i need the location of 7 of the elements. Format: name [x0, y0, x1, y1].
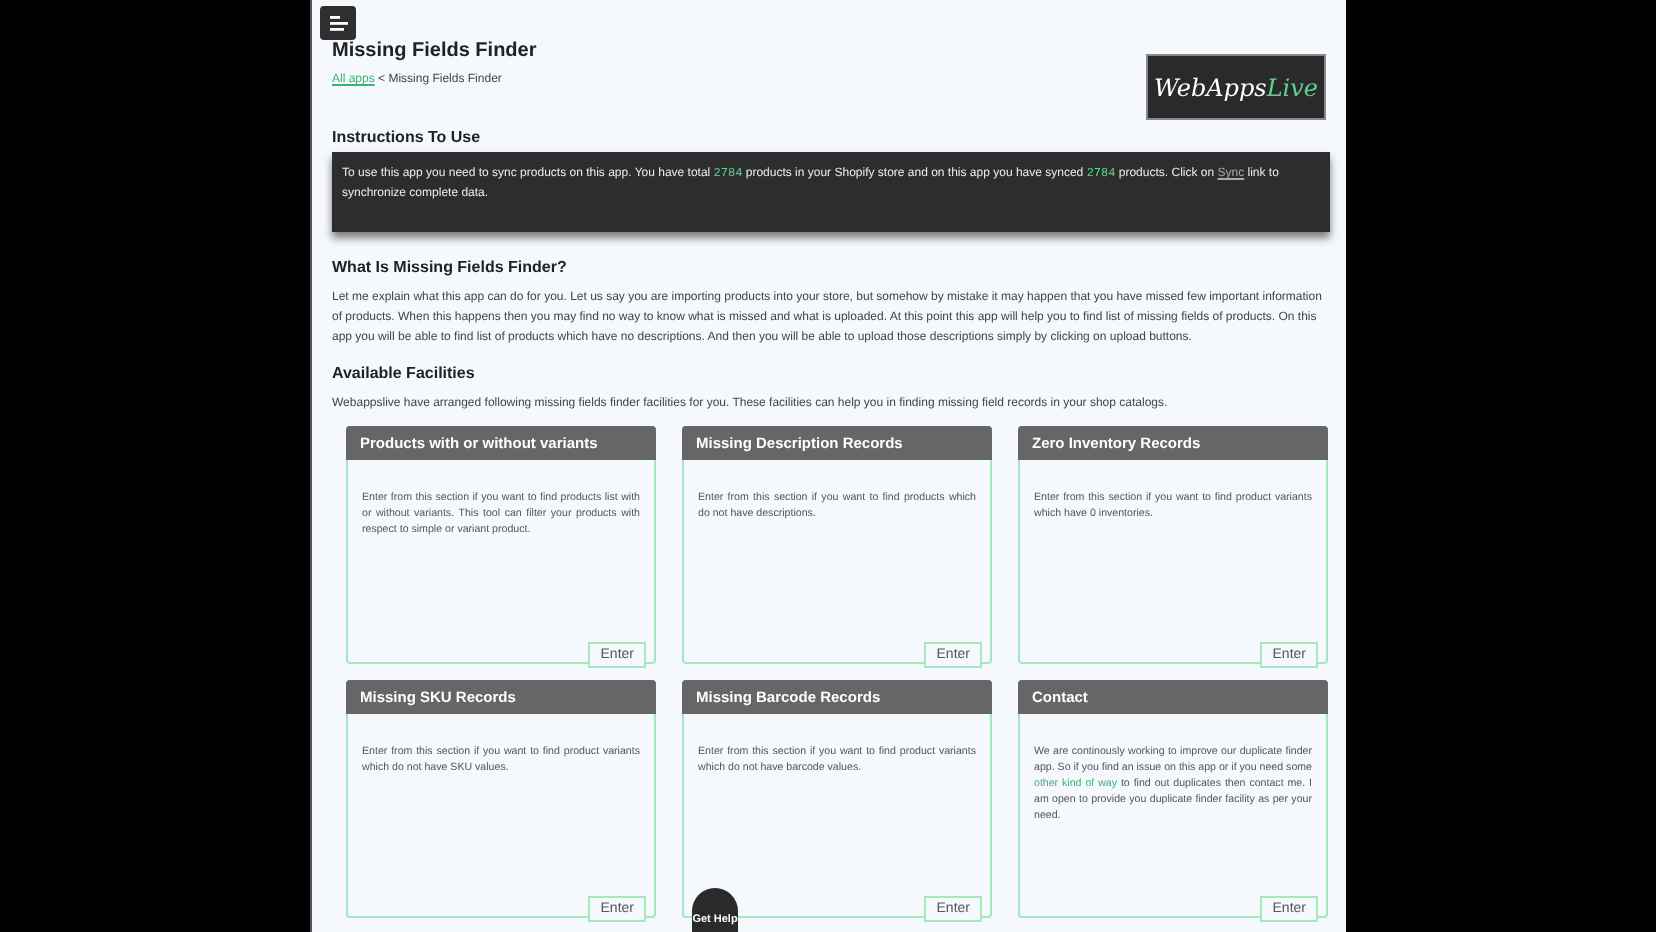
menu-icon — [329, 15, 347, 31]
section-heading: What Is Missing Fields Finder? — [332, 258, 569, 276]
menu-button[interactable] — [320, 6, 356, 40]
section-heading: Available Facilities — [332, 364, 477, 382]
section-heading: Instructions To Use — [332, 128, 483, 146]
logo: WebAppsLive — [1146, 54, 1326, 120]
page-title: Missing Fields Finder — [332, 40, 537, 62]
